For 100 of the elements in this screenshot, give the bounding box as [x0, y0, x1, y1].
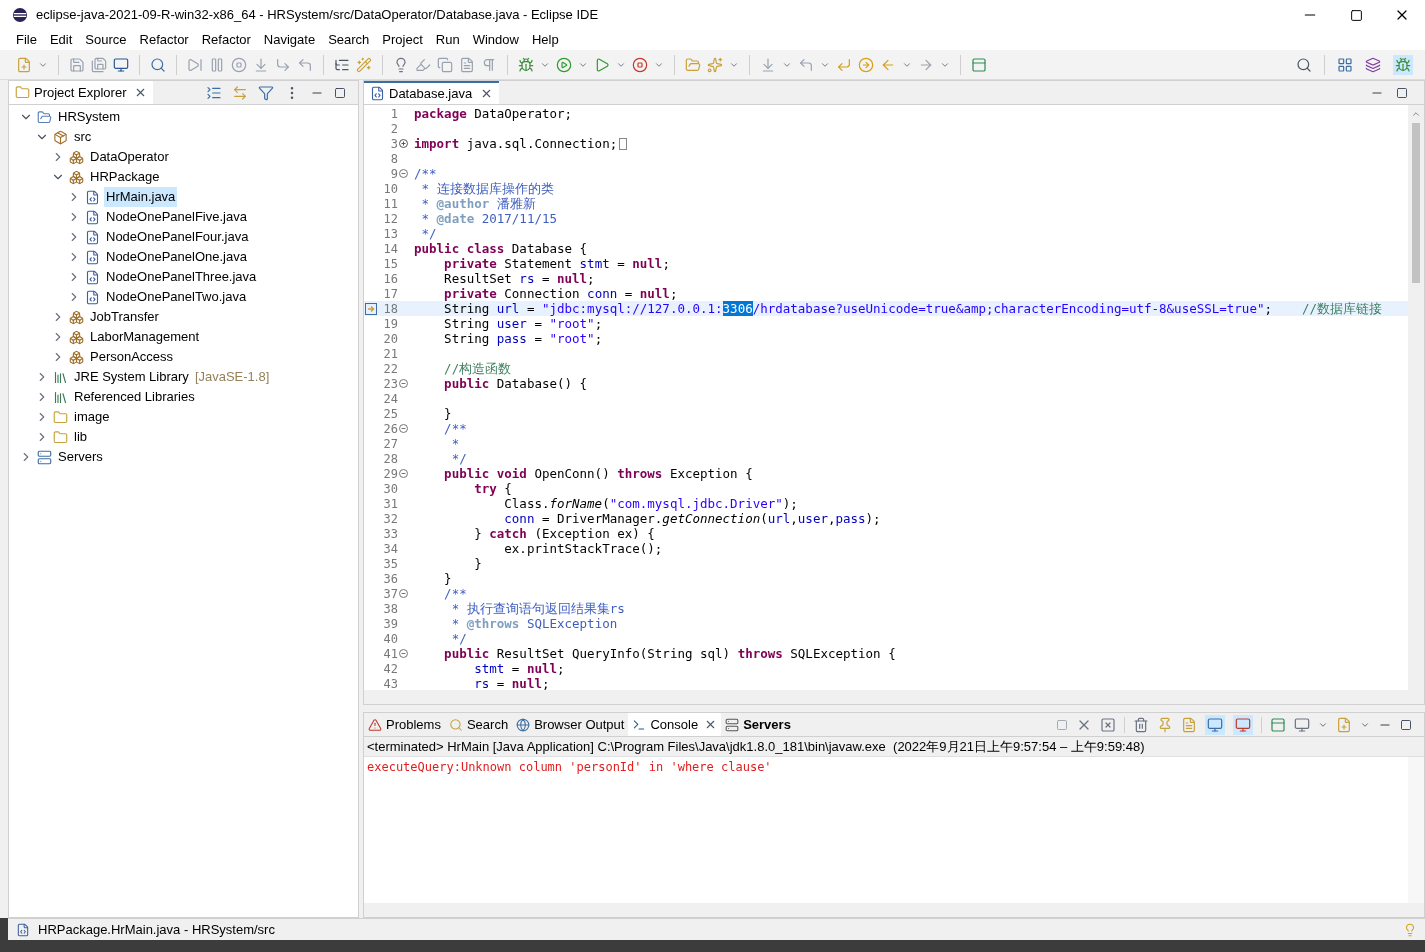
pin-editor-icon[interactable]: [971, 56, 987, 73]
tree-item[interactable]: LaborManagement: [88, 327, 202, 347]
tree-item[interactable]: lib: [72, 427, 89, 447]
run-icon[interactable]: [556, 56, 572, 73]
step-over-icon[interactable]: [275, 56, 291, 73]
menu-item[interactable]: Refactor: [201, 30, 251, 50]
remove-all-icon[interactable]: [1100, 716, 1116, 733]
maximize-icon[interactable]: [334, 86, 346, 99]
line-number: 19: [382, 315, 398, 333]
tree-item[interactable]: src: [72, 127, 94, 147]
scrollbar-thumb[interactable]: [1412, 123, 1420, 283]
maximize-icon[interactable]: [1396, 86, 1408, 99]
open-perspective-icon[interactable]: [1337, 56, 1353, 73]
clear-console-icon[interactable]: [1133, 716, 1149, 733]
view-tab[interactable]: Search: [444, 713, 513, 736]
open-type-icon[interactable]: [685, 56, 701, 73]
java-file-icon: [85, 249, 100, 265]
stop-icon[interactable]: [231, 56, 247, 73]
show-error-icon[interactable]: [1235, 716, 1251, 733]
menu-item[interactable]: Run: [435, 30, 460, 50]
view-tab[interactable]: Browser Output: [512, 713, 629, 736]
tree-item[interactable]: HRPackage: [88, 167, 162, 187]
code-line: String pass = "root";: [443, 331, 603, 346]
line-number: 37: [382, 585, 398, 603]
tree-item[interactable]: DataOperator: [88, 147, 171, 167]
menu-item[interactable]: Refactor: [139, 30, 189, 50]
line-number: 28: [382, 450, 398, 468]
folder-icon: [53, 429, 68, 445]
tree-item[interactable]: image: [72, 407, 112, 427]
menu-item[interactable]: File: [16, 30, 37, 50]
show-output-icon[interactable]: [1207, 716, 1223, 733]
collapse-all-icon[interactable]: [206, 84, 222, 101]
vertical-scrollbar[interactable]: [1408, 105, 1424, 690]
tree-item[interactable]: PersonAccess: [88, 347, 176, 367]
collapse-icon[interactable]: [399, 589, 408, 598]
tree-item[interactable]: HrMain.java: [104, 187, 178, 207]
search-icon: [448, 717, 463, 732]
project-explorer-tab[interactable]: Project Explorer: [9, 81, 154, 104]
editor-tab[interactable]: Database.java: [364, 81, 500, 104]
menu-item[interactable]: Project: [382, 30, 423, 50]
tree-item[interactable]: Referenced Libraries: [72, 387, 197, 407]
display-console-icon[interactable]: [1294, 716, 1310, 733]
java-perspective-icon[interactable]: [1365, 56, 1381, 73]
maximize-icon[interactable]: [1349, 8, 1363, 22]
view-tab[interactable]: Problems: [364, 713, 445, 736]
horizontal-scrollbar[interactable]: [364, 690, 1424, 704]
tree-item[interactable]: NodeOnePanelTwo.java: [104, 287, 249, 307]
external-tools-icon[interactable]: [632, 56, 648, 73]
menu-item[interactable]: Navigate: [263, 30, 316, 50]
menu-item[interactable]: Search: [328, 30, 370, 50]
line-number: 41: [382, 645, 398, 663]
view-tab[interactable]: Console: [628, 713, 722, 736]
wand-icon[interactable]: [356, 56, 372, 73]
step-return-icon[interactable]: [297, 56, 313, 73]
link-editor-icon[interactable]: [232, 84, 248, 101]
search-icon[interactable]: [150, 56, 166, 73]
debug-perspective-icon[interactable]: [1395, 56, 1411, 73]
menu-item[interactable]: Edit: [49, 30, 73, 50]
run-coverage-icon[interactable]: [594, 56, 610, 73]
tree-item[interactable]: JRE System Library: [72, 367, 191, 387]
collapse-icon[interactable]: [399, 424, 408, 433]
tree-item[interactable]: JobTransfer: [88, 307, 161, 327]
vertical-scrollbar[interactable]: [1408, 757, 1424, 903]
maximize-icon[interactable]: [1400, 718, 1412, 731]
horizontal-scrollbar[interactable]: [364, 903, 1424, 917]
save-icon[interactable]: [69, 56, 85, 73]
line-number: 14: [382, 240, 398, 258]
save-all-icon[interactable]: [91, 56, 107, 73]
new-file-icon[interactable]: [16, 56, 32, 73]
lightbulb-icon[interactable]: [1403, 922, 1417, 937]
tree-item[interactable]: HRSystem: [56, 107, 123, 127]
resume-icon[interactable]: [187, 56, 203, 73]
menu-item[interactable]: Help: [531, 30, 559, 50]
tree-item[interactable]: NodeOnePanelFour.java: [104, 227, 251, 247]
search-icon[interactable]: [1296, 56, 1312, 73]
collapse-icon[interactable]: [399, 169, 408, 178]
line-number: 2: [389, 120, 398, 138]
step-into-icon[interactable]: [253, 56, 269, 73]
collapse-icon[interactable]: [399, 469, 408, 478]
menu-item[interactable]: Source: [85, 30, 127, 50]
tree-item[interactable]: NodeOnePanelOne.java: [104, 247, 249, 267]
folded-code-icon[interactable]: [619, 137, 628, 150]
view-tab[interactable]: Servers: [721, 713, 795, 736]
tree-item[interactable]: NodeOnePanelThree.java: [104, 267, 259, 287]
terminate-icon[interactable]: [1056, 718, 1068, 731]
pin-console-icon[interactable]: [1270, 716, 1286, 733]
pilcrow-icon[interactable]: [481, 56, 497, 73]
collapse-icon[interactable]: [399, 649, 408, 658]
tree-item[interactable]: Servers: [56, 447, 105, 467]
filter-icon[interactable]: [258, 84, 274, 101]
bug-icon[interactable]: [518, 56, 534, 73]
expand-icon[interactable]: [399, 139, 408, 148]
menu-item[interactable]: Window: [472, 30, 519, 50]
open-console-icon[interactable]: [1336, 716, 1352, 733]
suspend-icon[interactable]: [209, 56, 225, 73]
tree-item[interactable]: NodeOnePanelFive.java: [104, 207, 249, 227]
scroll-up-icon[interactable]: [1411, 109, 1421, 119]
terminal-icon[interactable]: [113, 56, 129, 73]
lightbulb-icon[interactable]: [393, 56, 409, 73]
collapse-icon[interactable]: [399, 379, 408, 388]
